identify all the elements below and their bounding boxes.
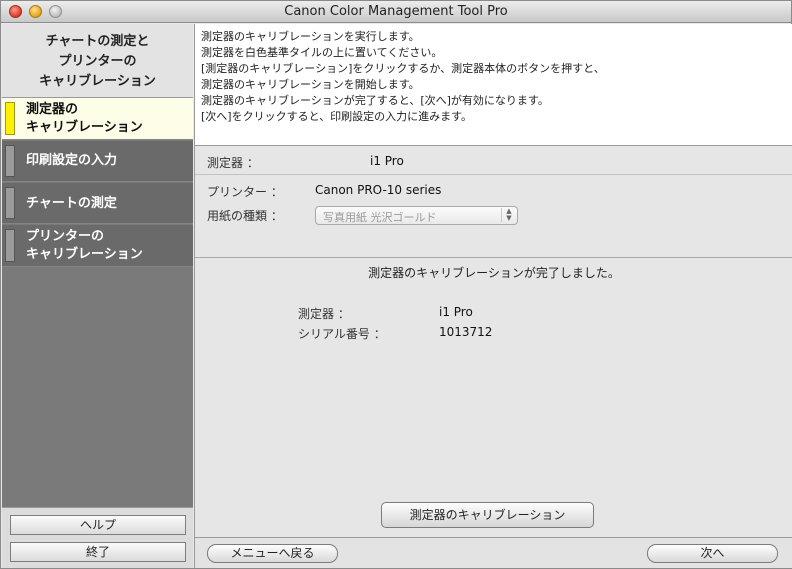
instruction-line: [測定器のキャリブレーション]をクリックするか、測定器本体のボタンを押すと、 — [201, 62, 605, 75]
device-value: i1 Pro — [370, 154, 404, 168]
serial-number-label: シリアル番号 ： — [298, 327, 386, 341]
step-indicator — [5, 229, 15, 262]
printer-info-section: プリンター ： Canon PRO-10 series 用紙の種類 ： 写真用紙… — [195, 176, 792, 258]
paper-type-label: 用紙の種類 ： — [207, 209, 283, 223]
up-down-arrows-icon: ▲ ▼ — [501, 208, 513, 222]
serial-number-value: 1013712 — [439, 325, 493, 339]
step-indicator — [5, 102, 15, 135]
step-indicator — [5, 145, 15, 177]
step-device-calibration[interactable]: 測定器の キャリブレーション — [2, 98, 193, 140]
step-printer-calibration[interactable]: プリンターの キャリブレーション — [2, 225, 193, 267]
instruction-line: 測定器のキャリブレーションが完了すると、[次へ]が有効になります。 — [201, 94, 549, 107]
step-chart-measurement[interactable]: チャートの測定 — [2, 183, 193, 224]
paper-type-value: 写真用紙 光沢ゴールド — [323, 211, 437, 224]
printer-value: Canon PRO-10 series — [315, 183, 442, 197]
completion-message: 測定器のキャリブレーションが完了しました。 — [368, 266, 620, 280]
app-window: Canon Color Management Tool Pro チャートの測定と… — [0, 0, 792, 569]
footer-bar: メニューへ戻る 次へ — [195, 537, 792, 568]
result-device-label: 測定器 ： — [298, 307, 350, 321]
quit-button[interactable]: 終了 — [10, 542, 186, 562]
sidebar-header-line: キャリブレーション — [39, 74, 156, 89]
step-label: チャートの測定 — [26, 196, 117, 211]
sidebar: チャートの測定と プリンターの キャリブレーション 測定器の キャリブレーション… — [2, 24, 193, 568]
title-bar[interactable]: Canon Color Management Tool Pro — [1, 1, 791, 23]
step-print-settings[interactable]: 印刷設定の入力 — [2, 141, 193, 182]
sidebar-footer: ヘルプ 終了 — [2, 507, 193, 568]
calibrate-device-button[interactable]: 測定器のキャリブレーション — [381, 502, 594, 528]
back-to-menu-button[interactable]: メニューへ戻る — [207, 544, 338, 563]
step-label: 印刷設定の入力 — [26, 153, 118, 168]
result-device-value: i1 Pro — [439, 305, 473, 319]
instruction-line: 測定器を白色基準タイルの上に置いてください。 — [201, 46, 443, 59]
device-label: 測定器 ： — [207, 156, 259, 170]
instructions-text: 測定器のキャリブレーションを実行します。 測定器を白色基準タイルの上に置いてくだ… — [195, 24, 792, 146]
next-button[interactable]: 次へ — [647, 544, 778, 563]
instruction-line: 測定器のキャリブレーションを実行します。 — [201, 30, 420, 43]
sidebar-header: チャートの測定と プリンターの キャリブレーション — [2, 24, 193, 98]
device-info-section: 測定器 ： i1 Pro — [195, 147, 792, 175]
instruction-line: 測定器のキャリブレーションを開始します。 — [201, 78, 420, 91]
sidebar-header-line: プリンターの — [58, 54, 137, 69]
step-label: プリンターの キャリブレーション — [26, 229, 143, 262]
help-button[interactable]: ヘルプ — [10, 515, 186, 535]
window-title: Canon Color Management Tool Pro — [284, 4, 508, 19]
paper-type-select[interactable]: 写真用紙 光沢ゴールド ▲ ▼ — [315, 206, 518, 225]
instruction-line: [次へ]をクリックすると、印刷設定の入力に進みます。 — [201, 110, 473, 123]
step-label: 測定器の キャリブレーション — [26, 102, 143, 135]
printer-label: プリンター ： — [207, 185, 283, 199]
step-indicator — [5, 187, 15, 219]
sidebar-header-line: チャートの測定と — [45, 34, 150, 49]
main-panel: 測定器のキャリブレーションを実行します。 測定器を白色基準タイルの上に置いてくだ… — [194, 24, 792, 568]
